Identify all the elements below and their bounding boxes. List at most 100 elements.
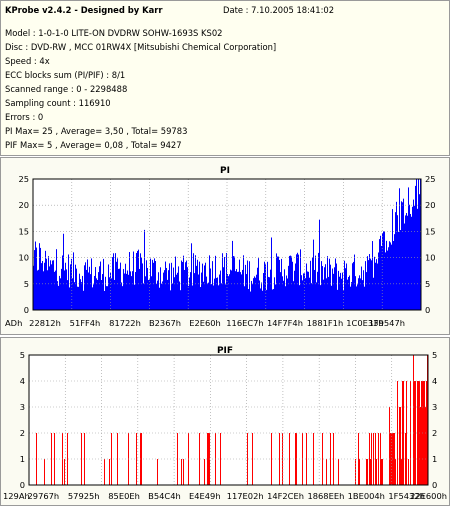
pi-bar [400,230,401,310]
pi-y-tick-left: 5 [24,279,29,289]
pi-x-tick: E2E60h [189,318,221,328]
pi-bar [199,261,200,310]
pi-bar [79,273,80,310]
pi-bar [387,250,388,310]
info-ecc: ECC blocks sum (PI/PIF) : 8/1 [5,70,126,80]
pif-x-tick: 1BE004h [348,491,385,501]
pi-bar [100,261,101,310]
pif-bar [306,433,307,485]
pif-bar [295,433,296,485]
pi-bar [197,259,198,310]
pi-bar [114,279,115,310]
pi-bar [324,267,325,310]
pif-bar [391,433,392,485]
pi-bar [210,268,211,310]
pi-bar [380,235,381,310]
pi-bar [405,215,406,310]
pi-bar [187,267,188,310]
pi-bar [165,261,166,310]
pif-bar [44,459,45,485]
pif-bar [338,459,339,485]
pif-bar [414,381,415,485]
pi-bar [40,247,41,310]
pi-x-tick: 116EC7h [226,318,263,328]
pi-bar [309,277,310,310]
pi-bar [83,290,84,310]
pi-bar [66,269,67,310]
pi-bar [382,233,383,310]
pi-bar [209,255,210,310]
pi-bar [327,256,328,310]
pi-bar [185,262,186,310]
pi-bar [356,286,357,310]
pi-bar [196,265,197,310]
pif-y-tick-left: 5 [20,350,25,360]
pi-bar [80,279,81,310]
pi-bar [281,258,282,310]
pi-bar [73,252,74,310]
pi-bar [120,262,121,310]
pi-bar [359,275,360,310]
pi-bar [270,269,271,310]
pif-bar [426,381,427,485]
pi-bar [148,280,149,310]
pi-bar [419,194,420,310]
pif-bar [282,433,283,485]
pi-bar [86,269,87,310]
pi-bar [251,280,252,310]
pi-bar [108,264,109,310]
pif-bar [51,433,52,485]
pi-bar [279,259,280,310]
pi-x-tick: 1881F1h [307,318,343,328]
pif-y-tick-left: 4 [20,376,25,386]
pi-bar [154,258,155,310]
pif-x-tick: B54C4h [148,491,181,501]
pi-bar [331,285,332,310]
pi-bar [322,266,323,310]
pi-bar [87,259,88,310]
pi-bar [221,283,222,310]
pif-y-tick-right: 3 [432,402,437,412]
pi-bar [128,274,129,310]
pif-bar [406,381,407,485]
pi-bar [45,250,46,310]
pif-bar [208,433,209,485]
pi-bar [263,273,264,310]
pi-bar [307,271,308,310]
pi-bar [319,219,320,310]
pi-bar [249,261,250,310]
pi-bar [52,260,53,310]
pi-bar [330,264,331,310]
pi-bar [117,258,118,310]
pi-bar [203,281,204,310]
pi-bar [74,282,75,310]
pi-bar [103,258,104,310]
pi-bar [89,266,90,310]
pi-bar [172,283,173,310]
pi-bar [67,280,68,310]
pi-bar [339,276,340,310]
pi-bar [49,266,50,310]
pif-bar [313,433,314,485]
pif-y-tick-left: 0 [20,480,25,490]
pif-x-tick: 14F2CEh [267,491,304,501]
pi-bar [227,274,228,310]
pi-bar [398,231,399,310]
pif-bar [369,433,370,485]
pi-bar [320,285,321,310]
pi-bar [349,275,350,310]
pi-bar [283,280,284,310]
pi-bar [142,263,143,310]
pi-bar [166,267,167,310]
pi-bar [287,278,288,310]
pi-bar [250,291,251,310]
pif-bar [84,433,85,485]
pi-bar [233,256,234,310]
pi-bar [96,278,97,310]
pif-x-tick: 57925h [68,491,100,501]
pi-bar [415,185,416,310]
pi-bar [247,260,248,310]
pi-bar [119,268,120,310]
pi-bar [325,264,326,310]
pi-bar [377,263,378,310]
